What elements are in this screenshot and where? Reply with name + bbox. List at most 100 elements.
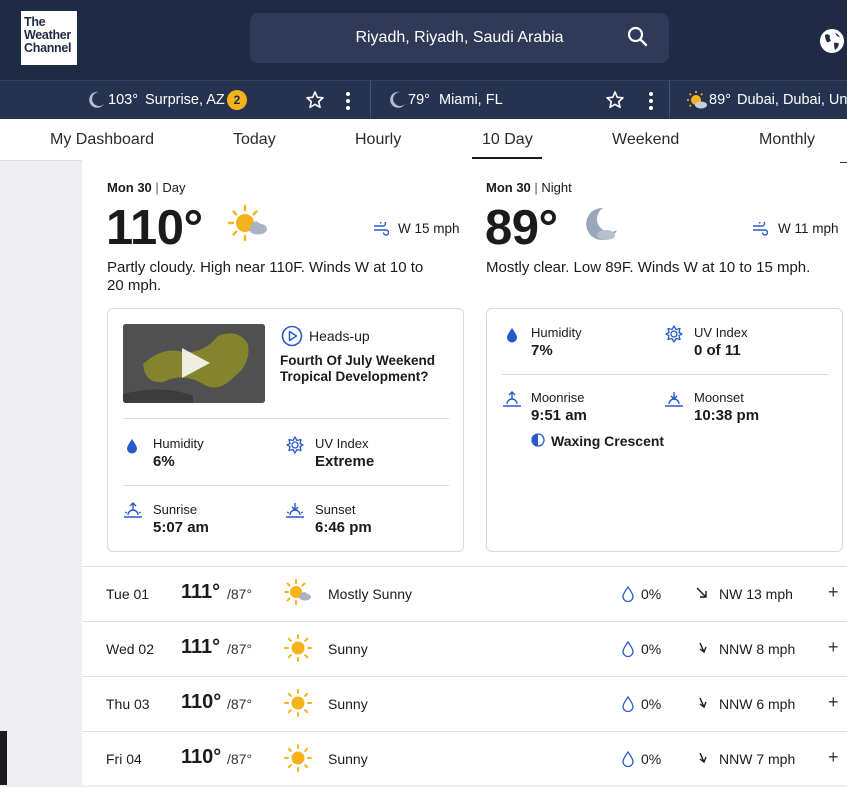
tab-weekend[interactable]: Weekend — [612, 131, 679, 149]
uv-index-value: Extreme — [315, 453, 375, 470]
day-period: Day — [162, 180, 186, 195]
recent-location-3[interactable]: 89° Dubai, Dubai, Unit — [686, 81, 847, 120]
forecast-row[interactable]: Tue 01 111° /87° Mostly Sunny 0% NW 13 m… — [82, 566, 847, 622]
day-details-box: Heads-up Fourth Of July Weekend Tropical… — [107, 308, 464, 552]
forecast-day: Fri 04 — [106, 751, 142, 767]
top-header: The Weather Channel Riyadh, Riyadh, Saud… — [0, 0, 847, 80]
night-header: Mon 30 | Night — [486, 180, 572, 195]
forecast-low: /87° — [227, 641, 253, 657]
moonset-icon — [665, 392, 683, 407]
location-divider — [669, 81, 670, 120]
recent-location-1-name: Surprise, AZ — [145, 92, 225, 108]
forecast-low: /87° — [227, 696, 253, 712]
tab-my-dashboard[interactable]: My Dashboard — [50, 131, 154, 149]
tab-10-day[interactable]: 10 Day — [482, 131, 533, 149]
recent-locations-bar: 103° Surprise, AZ 2 79° Miami, FL 89° Du… — [0, 80, 847, 120]
recent-location-3-name: Dubai, Dubai, Unit — [737, 92, 847, 108]
rain-drop-icon — [622, 751, 634, 767]
night-narrative: Mostly clear. Low 89F. Winds W at 10 to … — [486, 259, 811, 276]
active-tab-indicator — [472, 157, 542, 159]
expand-button[interactable]: + — [828, 582, 839, 603]
moonset-label: Moonset — [694, 390, 744, 405]
night-uv-index-label: UV Index — [694, 325, 748, 340]
wind-icon — [753, 222, 768, 236]
recent-location-2-name: Miami, FL — [439, 92, 503, 108]
expand-button[interactable]: + — [828, 637, 839, 658]
forecast-precip: 0% — [641, 641, 662, 657]
video-title[interactable]: Fourth Of July Weekend Tropical Developm… — [280, 353, 450, 385]
recent-location-3-temp: 89° — [709, 92, 731, 108]
expand-button[interactable]: + — [828, 692, 839, 713]
more-options-icon[interactable] — [345, 91, 351, 111]
weather-channel-logo[interactable]: The Weather Channel — [21, 11, 77, 65]
uv-index-label: UV Index — [315, 436, 369, 451]
forecast-row[interactable]: Wed 02 111° /87° Sunny 0% NNW 8 mph + — [82, 621, 847, 677]
sunrise-label: Sunrise — [153, 502, 198, 517]
forecast-wind: NNW 8 mph — [719, 641, 796, 657]
partly-cloudy-icon — [227, 204, 267, 242]
day-date: Mon 30 — [107, 180, 152, 195]
search-location-text[interactable]: Riyadh, Riyadh, Saudi Arabia — [250, 13, 669, 63]
recent-location-2[interactable]: 79° Miami, FL — [387, 81, 667, 120]
more-options-icon[interactable] — [648, 91, 654, 111]
collapse-icon[interactable] — [840, 162, 847, 163]
rain-drop-icon — [622, 586, 634, 602]
video-thumbnail[interactable] — [123, 324, 265, 403]
divider — [123, 418, 449, 419]
tab-hourly[interactable]: Hourly — [355, 131, 401, 149]
forecast-nav: My Dashboard Today Hourly 10 Day Weekend… — [0, 119, 847, 161]
star-icon[interactable] — [305, 90, 325, 110]
forecast-row[interactable]: Fri 04 110° /87° Sunny 0% NNW 7 mph + — [82, 731, 847, 787]
day-temperature: 110° — [106, 201, 203, 255]
forecast-day: Tue 01 — [106, 586, 150, 602]
play-circle-icon — [281, 325, 303, 347]
forecast-condition: Mostly Sunny — [328, 586, 413, 602]
logo-line-3: Channel — [24, 41, 72, 55]
rain-drop-icon — [622, 696, 634, 712]
sunset-value: 6:46 pm — [315, 519, 372, 536]
forecast-precip: 0% — [641, 586, 662, 602]
wind-direction-icon — [699, 642, 707, 654]
recent-location-1[interactable]: 103° Surprise, AZ 2 — [86, 81, 366, 120]
tab-monthly[interactable]: Monthly — [759, 131, 815, 149]
moon-phase-value: Waxing Crescent — [551, 433, 665, 449]
moonrise-value: 9:51 am — [531, 407, 587, 424]
night-uv-index-value: 0 of 11 — [694, 342, 741, 359]
day-narrative: Partly cloudy. High near 110F. Winds W a… — [107, 259, 424, 294]
search-icon[interactable] — [627, 26, 649, 48]
forecast-high: 111° — [181, 581, 221, 603]
uv-index-icon — [286, 436, 304, 454]
moon-phase-icon — [531, 433, 545, 447]
moonrise-label: Moonrise — [531, 390, 585, 405]
uv-index-icon — [665, 325, 683, 343]
humidity-label: Humidity — [153, 436, 204, 451]
humidity-icon — [127, 439, 137, 454]
alert-count-badge[interactable]: 2 — [227, 90, 247, 110]
rain-drop-icon — [622, 641, 634, 657]
moon-cloud-icon — [586, 207, 617, 240]
night-humidity-value: 7% — [531, 342, 553, 359]
forecast-precip: 0% — [641, 696, 662, 712]
moon-icon — [89, 91, 104, 108]
side-panel-tab[interactable] — [0, 731, 7, 785]
forecast-high: 110° — [181, 691, 222, 713]
night-date: Mon 30 — [486, 180, 531, 195]
wind-direction-icon — [696, 587, 707, 598]
daily-detail-card: Mon 30 | Day 110° W 15 mph Partly cloudy… — [82, 160, 847, 785]
expand-button[interactable]: + — [828, 747, 839, 768]
location-search[interactable]: Riyadh, Riyadh, Saudi Arabia — [250, 13, 669, 63]
forecast-row[interactable]: Thu 03 110° /87° Sunny 0% NNW 6 mph + — [82, 676, 847, 732]
play-icon[interactable] — [180, 346, 212, 380]
forecast-high: 111° — [181, 636, 221, 658]
sunrise-value: 5:07 am — [153, 519, 209, 536]
sunset-icon — [286, 503, 304, 518]
tab-today[interactable]: Today — [233, 131, 276, 149]
wind-icon — [374, 222, 389, 236]
night-details-box: Humidity 7% UV Index 0 of 11 Moonrise 9:… — [486, 308, 843, 552]
wind-direction-icon — [699, 752, 707, 764]
globe-icon[interactable] — [819, 28, 845, 54]
day-header: Mon 30 | Day — [107, 180, 186, 195]
humidity-icon — [507, 328, 517, 343]
star-icon[interactable] — [605, 90, 625, 110]
wind-direction-icon — [699, 697, 707, 709]
